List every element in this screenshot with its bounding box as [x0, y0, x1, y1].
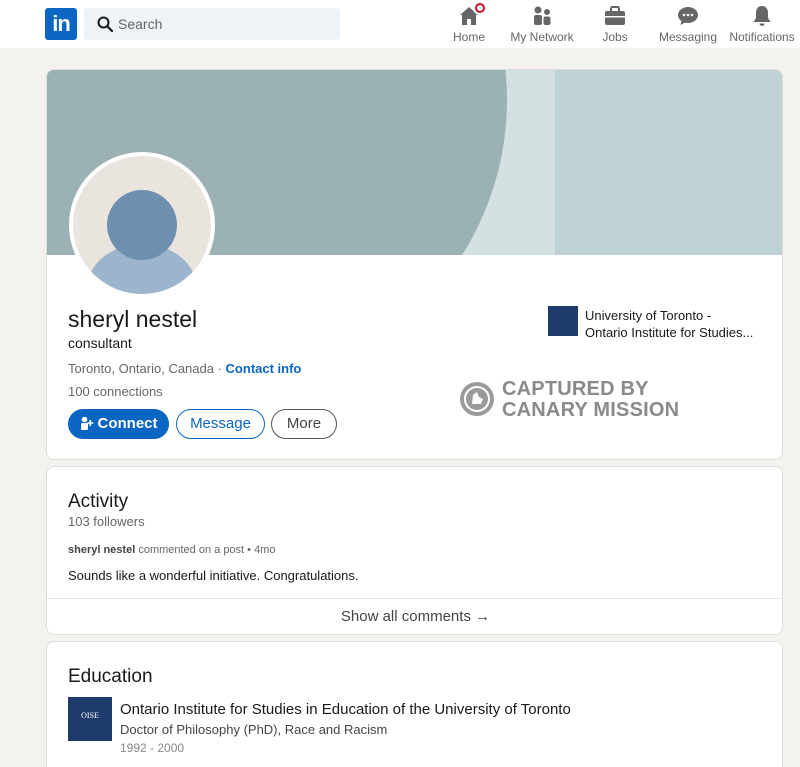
watermark-icon	[460, 382, 494, 416]
watermark: CAPTURED BY CANARY MISSION	[460, 379, 690, 423]
post-author[interactable]: sheryl nestel	[68, 544, 135, 556]
nav-jobs[interactable]: Jobs	[598, 4, 632, 44]
activity-title: Activity	[68, 491, 129, 512]
linkedin-logo[interactable]: in	[45, 8, 77, 40]
profile-name: sheryl nestel	[68, 306, 198, 332]
bell-icon	[750, 4, 774, 28]
network-icon	[530, 4, 554, 28]
connect-label: Connect	[97, 415, 158, 432]
school-name[interactable]: Ontario Institute for Studies in Educati…	[120, 701, 571, 718]
show-all-comments-button[interactable]: Show all comments →	[47, 598, 782, 634]
search-icon	[97, 16, 113, 32]
watermark-text: CAPTURED BY CANARY MISSION	[502, 379, 679, 421]
nav-notifications[interactable]: Notifications	[729, 4, 795, 44]
nav-label: Home	[452, 30, 485, 44]
notification-badge	[473, 1, 487, 15]
top-nav: in Home My Network	[0, 0, 800, 48]
nav-my-network[interactable]: My Network	[508, 4, 576, 44]
education-dates: 1992 - 2000	[120, 741, 185, 755]
top-education-line2: Ontario Institute for Studies...	[585, 325, 754, 340]
nav-label: Jobs	[602, 30, 628, 44]
watermark-line2: CANARY MISSION	[502, 399, 680, 421]
search-box[interactable]	[84, 8, 340, 40]
nav-home[interactable]: Home	[448, 1, 490, 44]
oise-logo	[548, 306, 578, 336]
education-card: Education OISE Ontario Institute for Stu…	[46, 641, 783, 767]
profile-location: Toronto, Ontario, Canada · Contact info	[68, 361, 301, 376]
home-icon	[457, 1, 487, 28]
post-text[interactable]: Sounds like a wonderful initiative. Cong…	[68, 568, 359, 583]
nav-label: Notifications	[729, 30, 795, 44]
message-button[interactable]: Message	[176, 409, 265, 439]
education-title: Education	[68, 666, 153, 687]
post-action: commented on a post • 4mo	[135, 544, 276, 556]
school-logo-text: OISE	[81, 711, 99, 720]
profile-headline: consultant	[68, 335, 132, 351]
nav-label: My Network	[510, 30, 574, 44]
watermark-line1: CAPTURED BY	[502, 378, 649, 400]
degree: Doctor of Philosophy (PhD), Race and Rac…	[120, 722, 388, 737]
avatar[interactable]	[69, 152, 215, 298]
location-text: Toronto, Ontario, Canada	[68, 361, 214, 376]
more-button[interactable]: More	[271, 409, 337, 439]
contact-info-link[interactable]: Contact info	[226, 361, 302, 376]
followers-count: 103 followers	[68, 514, 145, 529]
top-education-text: University of Toronto - Ontario Institut…	[585, 307, 753, 341]
top-education-line1: University of Toronto -	[585, 308, 712, 323]
post-meta: sheryl nestel commented on a post • 4mo	[68, 544, 275, 556]
school-logo[interactable]: OISE	[68, 697, 112, 741]
nav-label: Messaging	[659, 30, 718, 44]
briefcase-icon	[603, 4, 627, 28]
nav-messaging[interactable]: Messaging	[659, 4, 717, 44]
search-input[interactable]	[118, 8, 328, 40]
activity-card: Activity 103 followers sheryl nestel com…	[46, 466, 783, 635]
connections-count[interactable]: 100 connections	[68, 384, 163, 399]
add-person-icon	[80, 416, 93, 430]
connect-button[interactable]: Connect	[68, 409, 169, 439]
profile-card: sheryl nestel consultant Toronto, Ontari…	[46, 69, 783, 460]
chat-icon	[676, 4, 700, 28]
location-separator: ·	[213, 361, 226, 376]
